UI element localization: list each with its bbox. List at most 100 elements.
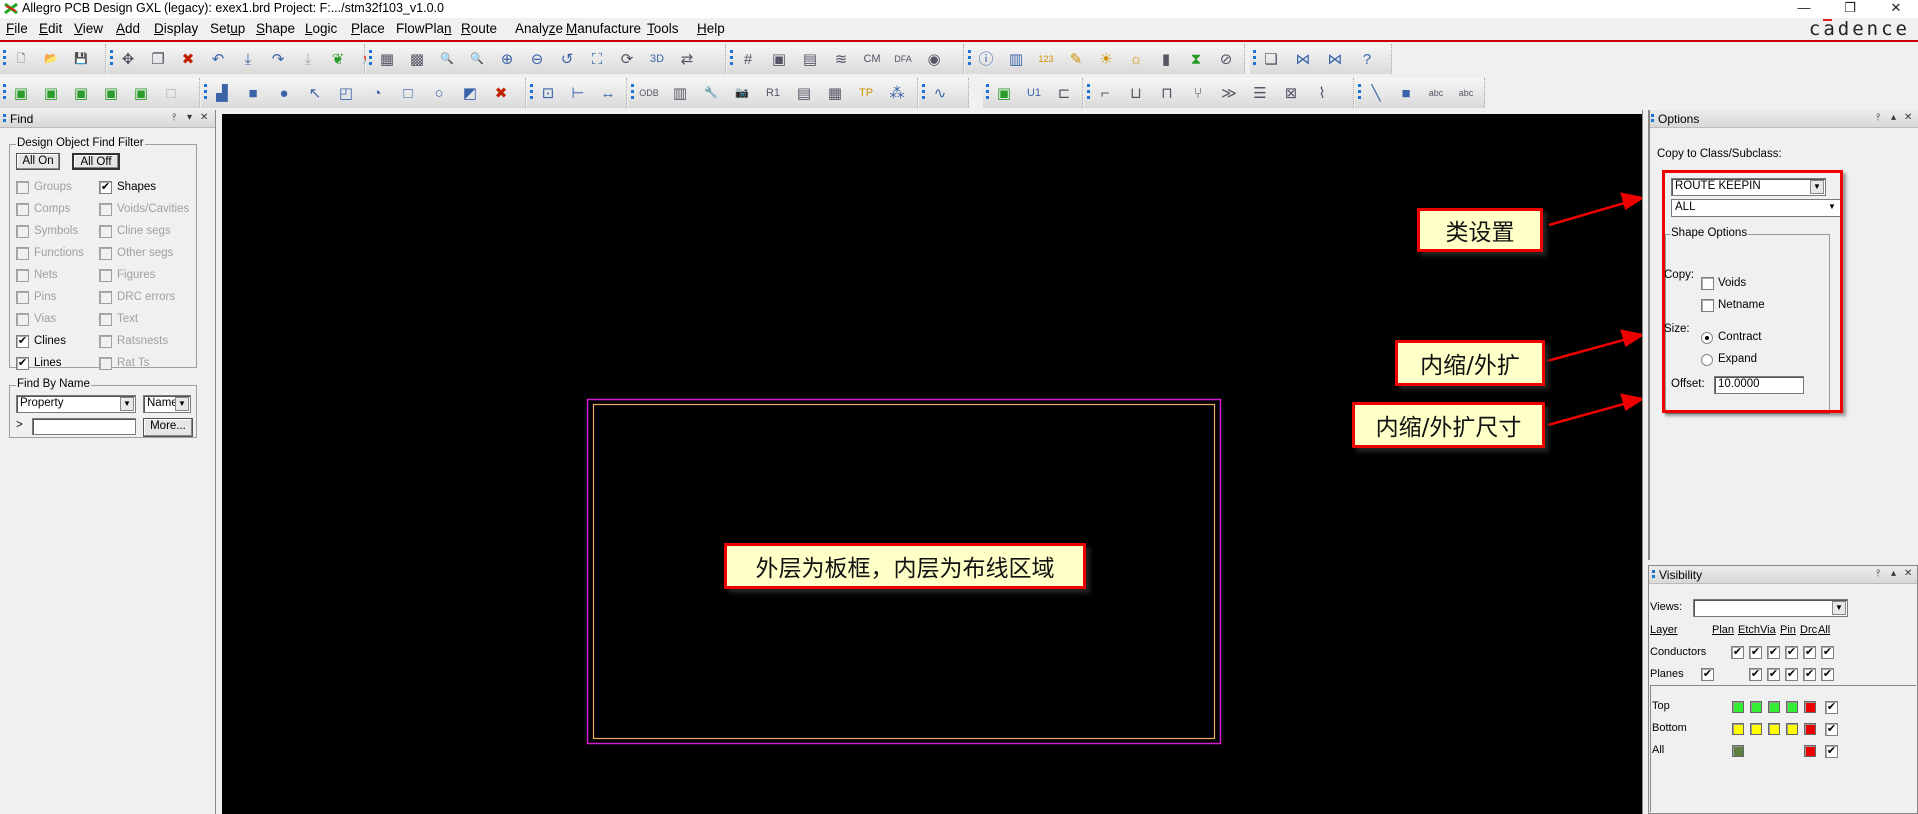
leaf-icon[interactable]: ❦ — [327, 48, 349, 70]
conductors-vis-checkbox-5[interactable]: ✔ — [1821, 646, 1834, 659]
layer-bottom-color-swatch-0[interactable] — [1732, 723, 1744, 735]
menu-add[interactable]: Add — [116, 21, 140, 36]
all-off-button[interactable]: All Off — [72, 153, 120, 170]
menu-file[interactable]: File — [6, 21, 28, 36]
add-rect-icon[interactable]: ■ — [1395, 82, 1417, 104]
toolbar-grip[interactable] — [110, 50, 113, 68]
highlight-icon[interactable]: ✎ — [1065, 48, 1087, 70]
move-icon[interactable]: ✥ — [117, 48, 139, 70]
zoom-in-icon[interactable]: ⊕ — [496, 48, 518, 70]
dimension-linear-icon[interactable]: ⊢ — [567, 82, 589, 104]
menu-setup[interactable]: Setup — [210, 21, 245, 36]
find-rat-ts-checkbox[interactable] — [99, 357, 112, 370]
layer-all-color-swatch-0[interactable] — [1732, 745, 1744, 757]
find-figures-checkbox[interactable] — [99, 269, 112, 282]
design-canvas[interactable]: 类设置 内缩/外扩 内缩/外扩尺寸 外层为板框，内层为布线区域 — [222, 114, 1642, 814]
redraw-icon[interactable]: ⟳ — [616, 48, 638, 70]
redo-icon[interactable]: ↷ — [267, 48, 289, 70]
layer-top-color-swatch-4[interactable] — [1804, 701, 1816, 713]
place-matrix-icon[interactable]: ▣ — [130, 82, 152, 104]
vis-header-via[interactable]: Via — [1760, 624, 1776, 636]
dimension-width-icon[interactable]: ↔ — [597, 82, 619, 104]
place-replicate-icon[interactable]: ▣ — [100, 82, 122, 104]
conductors-vis-checkbox-4[interactable]: ✔ — [1803, 646, 1816, 659]
zoom-window-icon[interactable]: 🔍 — [466, 48, 488, 70]
redo-down-icon[interactable]: ⤓ — [297, 48, 319, 70]
menu-view[interactable]: View — [74, 21, 103, 36]
connector-icon[interactable]: ⊏ — [1053, 82, 1075, 104]
panel-grip[interactable] — [1651, 114, 1654, 124]
bowtie-icon[interactable]: ⋈ — [1292, 48, 1314, 70]
find-shapes-checkbox[interactable]: ✔ — [99, 181, 112, 194]
highlight-sun-icon[interactable]: ☀ — [1095, 48, 1117, 70]
add-line-icon[interactable]: ╲ — [1365, 82, 1387, 104]
planes-vis-checkbox-2[interactable]: ✔ — [1767, 668, 1780, 681]
pin-icon[interactable]: ⫯ — [1876, 568, 1880, 579]
conductors-vis-checkbox-3[interactable]: ✔ — [1785, 646, 1798, 659]
find-symbols-checkbox[interactable] — [16, 225, 29, 238]
toolbar-grip[interactable] — [968, 50, 971, 68]
zoom-fit-icon[interactable]: 🔍 — [436, 48, 458, 70]
new-file-icon[interactable]: 🗋 — [10, 48, 32, 70]
menu-route[interactable]: Route — [461, 21, 497, 36]
collapse-icon[interactable]: ▴ — [1891, 568, 1896, 579]
delete-icon[interactable]: ✖ — [177, 48, 199, 70]
layer-top-color-swatch-2[interactable] — [1768, 701, 1780, 713]
layer-bottom-color-swatch-2[interactable] — [1768, 723, 1780, 735]
shape-edit-boundary-icon[interactable]: ◩ — [459, 82, 481, 104]
layer-all-all-checkbox[interactable]: ✔ — [1825, 745, 1838, 758]
color-icon[interactable]: ▣ — [768, 48, 790, 70]
3d-view-icon[interactable]: 3D — [646, 48, 668, 70]
measure-icon[interactable]: 123 — [1035, 48, 1057, 70]
find-name-input[interactable] — [32, 418, 136, 435]
toolbar-grip[interactable] — [986, 84, 989, 102]
camera-icon[interactable]: 📷 — [731, 82, 753, 104]
drill-table-icon[interactable]: ▦ — [824, 82, 846, 104]
info-icon[interactable]: ⓘ — [975, 48, 997, 70]
layer-bottom-color-swatch-4[interactable] — [1804, 723, 1816, 735]
find-mode-select[interactable]: Name ▼ — [143, 395, 191, 413]
restore-button[interactable]: ❐ — [1830, 0, 1870, 18]
shape-void-element-icon[interactable]: ○ — [428, 82, 450, 104]
toolbar-grip[interactable] — [3, 84, 6, 102]
multi-route-icon[interactable]: ☰ — [1249, 82, 1271, 104]
shape-delete-islands-icon[interactable]: ✖ — [490, 82, 512, 104]
chevron-down-icon[interactable]: ▼ — [175, 397, 189, 411]
find-lines-checkbox[interactable]: ✔ — [16, 357, 29, 370]
rats-all-icon[interactable]: ▩ — [406, 48, 428, 70]
undo-icon[interactable]: ↶ — [207, 48, 229, 70]
planes-vis-checkbox-0[interactable]: ✔ — [1701, 668, 1714, 681]
report-icon[interactable]: ▤ — [793, 82, 815, 104]
find-pins-checkbox[interactable] — [16, 291, 29, 304]
menu-display[interactable]: Display — [154, 21, 198, 36]
shadow-icon[interactable]: ▤ — [799, 48, 821, 70]
place-component-icon[interactable]: ▣ — [40, 82, 62, 104]
find-functions-checkbox[interactable] — [16, 247, 29, 260]
find-other-segs-checkbox[interactable] — [99, 247, 112, 260]
layer-top-color-swatch-0[interactable] — [1732, 701, 1744, 713]
close-icon[interactable]: ✕ — [1904, 112, 1912, 123]
help-icon[interactable]: ? — [1356, 48, 1378, 70]
menu-logic[interactable]: Logic — [305, 21, 337, 36]
bus-route-icon[interactable]: ≫ — [1218, 82, 1240, 104]
dfa-icon[interactable]: DFA — [892, 48, 914, 70]
slide-icon[interactable]: ⊔ — [1125, 82, 1147, 104]
component-swap-icon[interactable]: ▣ — [993, 82, 1015, 104]
world-view-icon[interactable]: ◉ — [923, 48, 945, 70]
tool-wrench-icon[interactable]: 🔧 — [700, 82, 722, 104]
find-voids-cavities-checkbox[interactable] — [99, 203, 112, 216]
conductors-vis-checkbox-2[interactable]: ✔ — [1767, 646, 1780, 659]
toolbar-grip[interactable] — [1087, 84, 1090, 102]
grid-toggle-icon[interactable]: # — [737, 48, 759, 70]
views-select[interactable]: ▼ — [1693, 599, 1848, 617]
vis-header-plan[interactable]: Plan — [1712, 624, 1734, 636]
shape-void-rect-icon[interactable]: □ — [397, 82, 419, 104]
toolbar-grip[interactable] — [730, 50, 733, 68]
pin-icon[interactable]: ⫯ — [172, 112, 176, 123]
unrats-all-icon[interactable]: ▦ — [376, 48, 398, 70]
menu-flowplan[interactable]: FlowPlan — [396, 21, 452, 36]
collapse-icon[interactable]: ▴ — [1891, 112, 1896, 123]
menu-tools[interactable]: Tools — [647, 21, 679, 36]
layer-top-color-swatch-1[interactable] — [1750, 701, 1762, 713]
layer-top-color-swatch-3[interactable] — [1786, 701, 1798, 713]
